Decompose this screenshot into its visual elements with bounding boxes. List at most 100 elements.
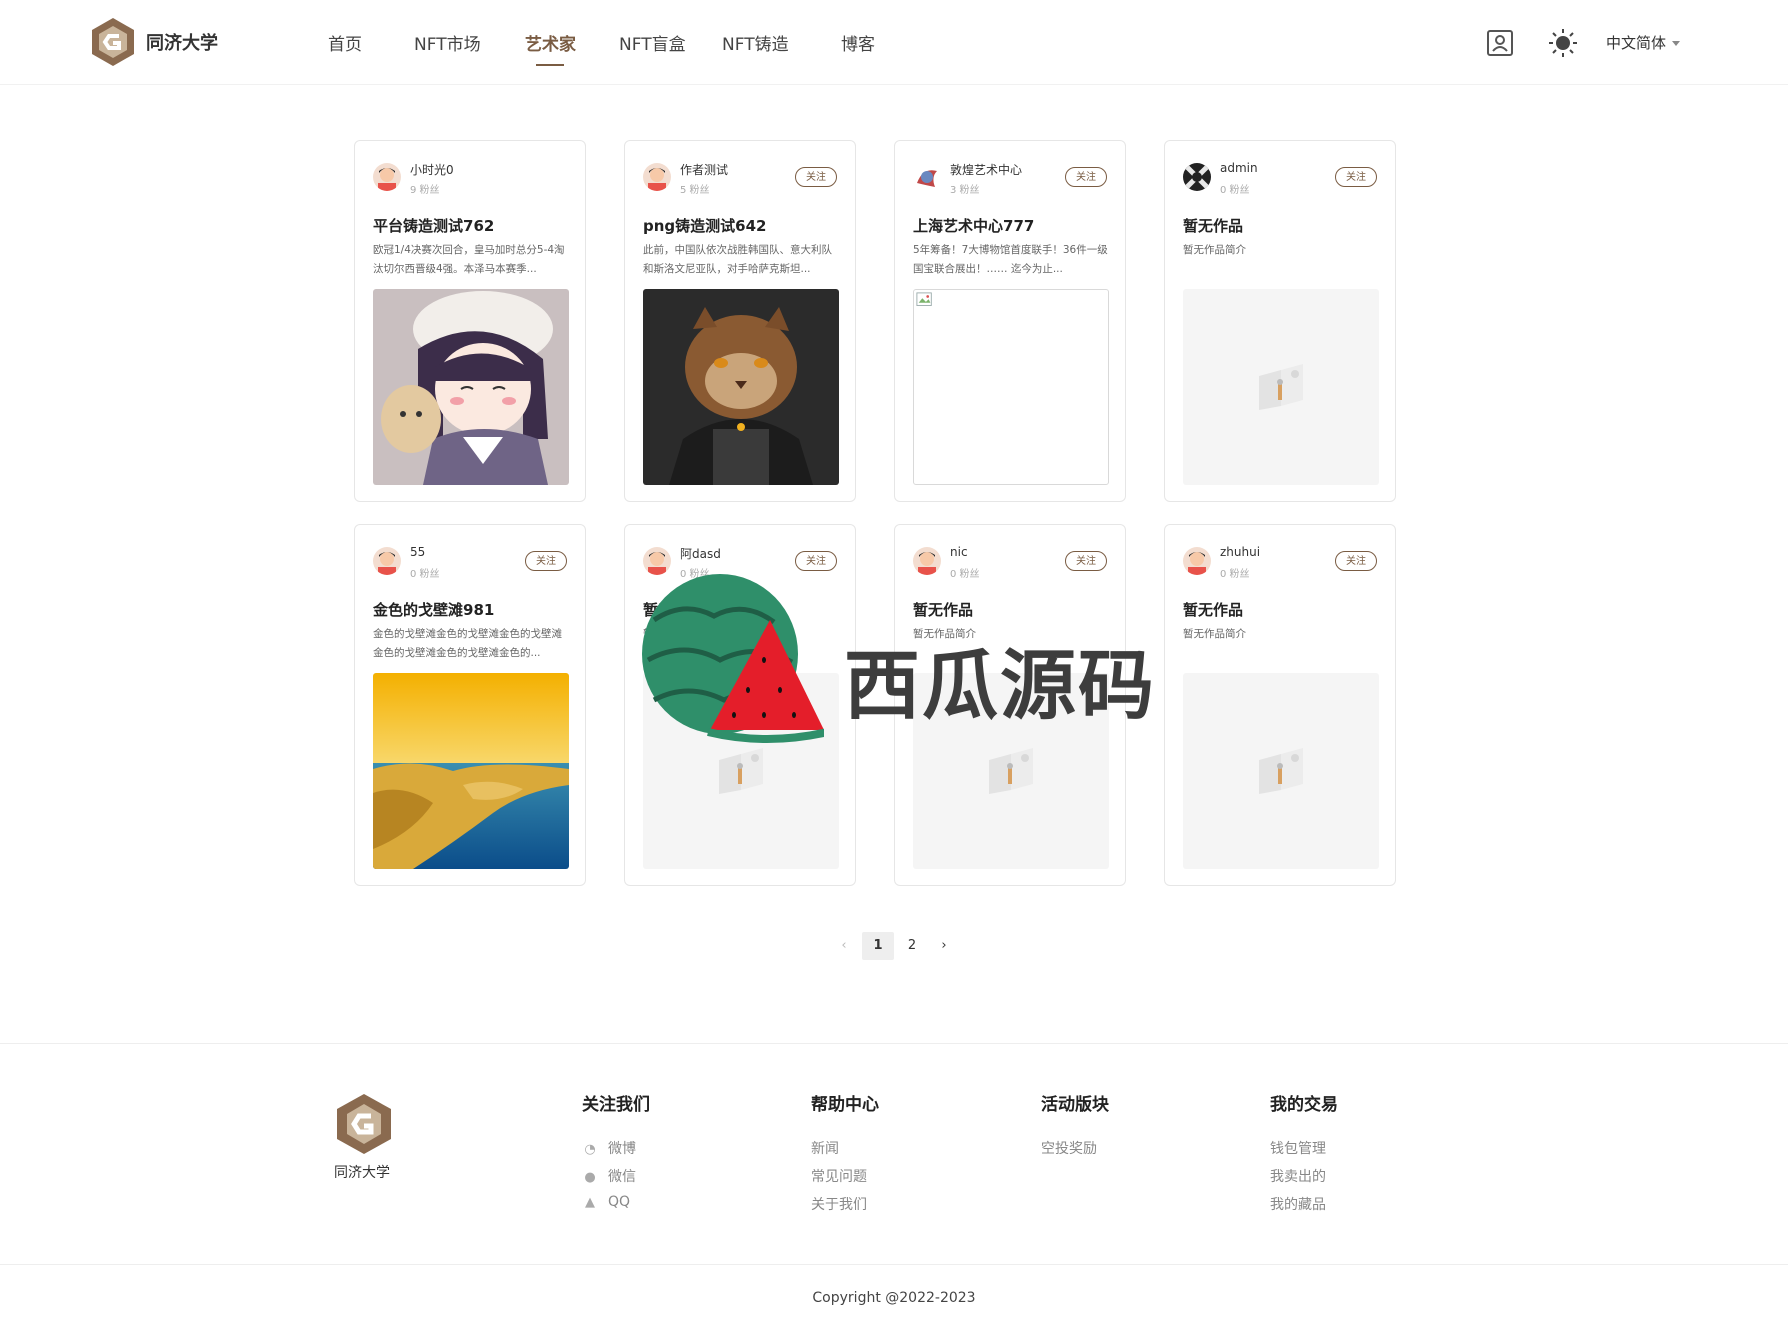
chevron-down-icon [1672, 41, 1681, 46]
footer-col-title: 我的交易 [1270, 1095, 1338, 1115]
qq-icon: ▲ [585, 1195, 595, 1210]
image-placeholder-icon [1259, 748, 1303, 794]
work-title[interactable]: 上海艺术中心777 [913, 215, 1034, 236]
work-description: 暂无作品简介 [1183, 244, 1246, 256]
footer-link-news[interactable]: 新闻 [811, 1138, 839, 1158]
follow-button[interactable]: 关注 [1335, 167, 1377, 187]
brand[interactable]: 同济大学 [88, 16, 218, 68]
footer-col-help: 帮助中心 新闻 常见问题 关于我们 [811, 1090, 879, 1213]
work-image-placeholder[interactable] [1183, 673, 1379, 869]
nav-blog[interactable]: 博客 [841, 30, 875, 55]
work-title[interactable]: 暂无作品 [1183, 599, 1243, 620]
footer-divider [0, 1264, 1788, 1265]
logo-icon [92, 18, 134, 66]
footer-col-trade: 我的交易 钱包管理 我卖出的 我的藏品 [1270, 1090, 1338, 1213]
language-label: 中文简体 [1606, 34, 1667, 52]
footer-link-airdrop[interactable]: 空投奖励 [1041, 1138, 1097, 1158]
follow-button[interactable]: 关注 [795, 551, 837, 571]
nav-active-indicator [536, 64, 564, 66]
artist-name[interactable]: 阿dasd [680, 545, 721, 562]
artist-name[interactable]: 敦煌艺术中心 [950, 161, 1022, 178]
work-image-broken[interactable] [913, 289, 1109, 485]
work-description: 暂无作品简介 [1183, 628, 1246, 640]
avatar[interactable] [1183, 547, 1211, 575]
work-title[interactable]: png铸造测试642 [643, 215, 766, 236]
footer-col-title: 关注我们 [582, 1095, 650, 1115]
artist-card[interactable]: 敦煌艺术中心 3 粉丝 关注 上海艺术中心777 5年筹备！7大博物馆首度联手！… [894, 140, 1126, 502]
footer-link-weibo[interactable]: ◔ 微博 [582, 1138, 636, 1158]
footer-col-activity: 活动版块 空投奖励 [1041, 1090, 1109, 1157]
follow-button[interactable]: 关注 [795, 167, 837, 187]
fan-count: 0 粉丝 [950, 569, 980, 580]
avatar[interactable] [373, 163, 401, 191]
work-description: 5年筹备！7大博物馆首度联手！36件一级国宝联合展出！…… 迄今为止... [913, 244, 1108, 275]
pagination-prev[interactable]: ‹ [834, 932, 854, 960]
pagination-next[interactable]: › [934, 932, 954, 960]
artist-name[interactable]: 作者测试 [680, 161, 728, 178]
artist-card[interactable]: 小时光0 9 粉丝 平台铸造测试762 欧冠1/4决赛次回合，皇马加时总分5-4… [354, 140, 586, 502]
work-description: 欧冠1/4决赛次回合，皇马加时总分5-4淘汰切尔西晋级4强。本泽马本赛季... [373, 244, 565, 275]
follow-button[interactable]: 关注 [1335, 551, 1377, 571]
footer-logo-icon [337, 1094, 391, 1154]
nav-home[interactable]: 首页 [328, 30, 362, 55]
footer-link-wechat[interactable]: ● 微信 [582, 1166, 636, 1186]
avatar[interactable] [643, 163, 671, 191]
artist-name[interactable]: nic [950, 545, 968, 559]
footer-divider [0, 1043, 1788, 1044]
watermark-text: 西瓜源码 [844, 641, 1156, 730]
footer-link-faq[interactable]: 常见问题 [811, 1166, 867, 1186]
pagination-page-2[interactable]: 2 [900, 932, 924, 960]
footer-link-wallet[interactable]: 钱包管理 [1270, 1138, 1326, 1158]
work-title[interactable]: 平台铸造测试762 [373, 215, 494, 236]
image-placeholder-icon [989, 748, 1033, 794]
footer-link-qq[interactable]: ▲ QQ [582, 1194, 630, 1210]
broken-image-icon [916, 292, 932, 306]
work-image-placeholder[interactable] [1183, 289, 1379, 485]
artist-card[interactable]: 作者测试 5 粉丝 关注 png铸造测试642 此前，中国队依次战胜韩国队、意大… [624, 140, 856, 502]
weibo-icon: ◔ [584, 1142, 596, 1157]
avatar[interactable] [913, 163, 941, 191]
footer-link-about[interactable]: 关于我们 [811, 1194, 867, 1214]
sun-icon[interactable] [1548, 28, 1578, 58]
footer-link-sold[interactable]: 我卖出的 [1270, 1166, 1326, 1186]
artist-card[interactable]: admin 0 粉丝 关注 暂无作品 暂无作品简介 [1164, 140, 1396, 502]
artist-card[interactable]: 55 0 粉丝 关注 金色的戈壁滩981 金色的戈壁滩金色的戈壁滩金色的戈壁滩金… [354, 524, 586, 886]
artist-card[interactable]: zhuhui 0 粉丝 关注 暂无作品 暂无作品简介 [1164, 524, 1396, 886]
nav-nft-mint[interactable]: NFT铸造 [722, 30, 789, 55]
avatar[interactable] [1183, 163, 1211, 191]
follow-button[interactable]: 关注 [525, 551, 567, 571]
watermark-watermelon-icon [642, 574, 824, 743]
pagination-page-1[interactable]: 1 [862, 932, 894, 960]
work-title[interactable]: 暂无作品 [1183, 215, 1243, 236]
fan-count: 0 粉丝 [410, 569, 440, 580]
follow-button[interactable]: 关注 [1065, 551, 1107, 571]
footer-col-title: 活动版块 [1041, 1095, 1109, 1115]
artist-name[interactable]: 55 [410, 545, 425, 559]
work-title[interactable]: 金色的戈壁滩981 [373, 599, 494, 620]
follow-button[interactable]: 关注 [1065, 167, 1107, 187]
artist-name[interactable]: admin [1220, 161, 1258, 175]
work-image-desert-landscape[interactable] [373, 673, 569, 869]
fan-count: 9 粉丝 [410, 185, 440, 196]
copyright: Copyright @2022-2023 [812, 1290, 976, 1306]
work-image-anime-girl[interactable] [373, 289, 569, 485]
artist-name[interactable]: 小时光0 [410, 161, 454, 178]
image-placeholder-icon [1259, 364, 1303, 410]
top-navbar: 同济大学 首页 NFT市场 艺术家 NFT盲盒 NFT铸造 博客 中文简体 [0, 0, 1788, 85]
avatar[interactable] [913, 547, 941, 575]
footer-link-collection[interactable]: 我的藏品 [1270, 1194, 1326, 1214]
language-selector[interactable]: 中文简体 [1606, 32, 1681, 53]
work-title[interactable]: 暂无作品 [913, 599, 973, 620]
nav-nft-market[interactable]: NFT市场 [414, 30, 481, 55]
work-description: 此前，中国队依次战胜韩国队、意大利队和斯洛文尼亚队，对手哈萨克斯坦... [643, 244, 832, 275]
footer-col-title: 帮助中心 [811, 1095, 879, 1115]
artist-name[interactable]: zhuhui [1220, 545, 1260, 559]
avatar[interactable] [373, 547, 401, 575]
fan-count: 0 粉丝 [1220, 185, 1250, 196]
footer-col-follow: 关注我们 ◔ 微博 ● 微信 ▲ QQ [582, 1090, 650, 1210]
nav-nft-blindbox[interactable]: NFT盲盒 [619, 30, 686, 55]
work-image-cat-portrait[interactable] [643, 289, 839, 485]
footer-brand: 同济大学 [334, 1165, 390, 1181]
nav-artists[interactable]: 艺术家 [525, 30, 576, 55]
user-profile-icon[interactable] [1486, 29, 1514, 57]
